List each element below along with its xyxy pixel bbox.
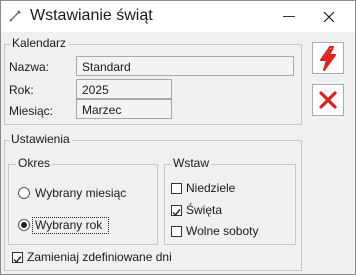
miesiac-label: Miesiąc: [9,104,54,118]
lightning-icon [320,46,336,71]
checkbox-swieta-label[interactable]: Święta [186,203,222,217]
okres-legend: Okres [16,156,53,170]
radio-wybrany-rok[interactable] [18,219,30,231]
rok-field[interactable]: 2025 [76,79,172,99]
checkbox-wolne-soboty[interactable] [171,226,182,237]
rok-label: Rok: [9,83,34,97]
radio-selected-dot [21,222,27,228]
window-title: Wstawianie świąt [30,7,153,24]
miesiac-field[interactable]: Marzec [76,99,172,119]
pencil-icon [9,10,21,22]
minimize-button[interactable] [283,16,295,17]
checkbox-wolne-soboty-label[interactable]: Wolne soboty [186,224,259,238]
nazwa-label: Nazwa: [9,60,50,74]
wstaw-legend: Wstaw [171,156,211,170]
x-icon [319,91,337,109]
checkmark-icon [13,256,22,264]
radio-wybrany-miesiac-label[interactable]: Wybrany miesiąc [35,186,126,200]
checkbox-niedziele-label[interactable]: Niedziele [186,181,235,195]
ustawienia-legend: Ustawienia [9,132,72,146]
title-bar: Wstawianie świąt [1,1,355,32]
checkbox-swieta[interactable] [171,205,182,217]
kalendarz-legend: Kalendarz [10,36,69,50]
checkbox-zamieniaj-label[interactable]: Zamieniaj zdefiniowane dni [27,250,172,264]
nazwa-field[interactable]: Standard [76,56,294,76]
radio-wybrany-rok-label[interactable]: Wybrany rok [35,218,102,232]
radio-wybrany-miesiac[interactable] [18,187,30,199]
checkmark-icon [172,209,181,217]
close-icon[interactable] [321,9,337,25]
checkbox-zamieniaj[interactable] [12,252,23,264]
confirm-button[interactable] [312,42,344,74]
cancel-button[interactable] [312,84,344,116]
checkbox-niedziele[interactable] [171,183,182,194]
dialog-window: Wstawianie świąt Kalendarz Nazwa: Standa… [0,0,356,275]
